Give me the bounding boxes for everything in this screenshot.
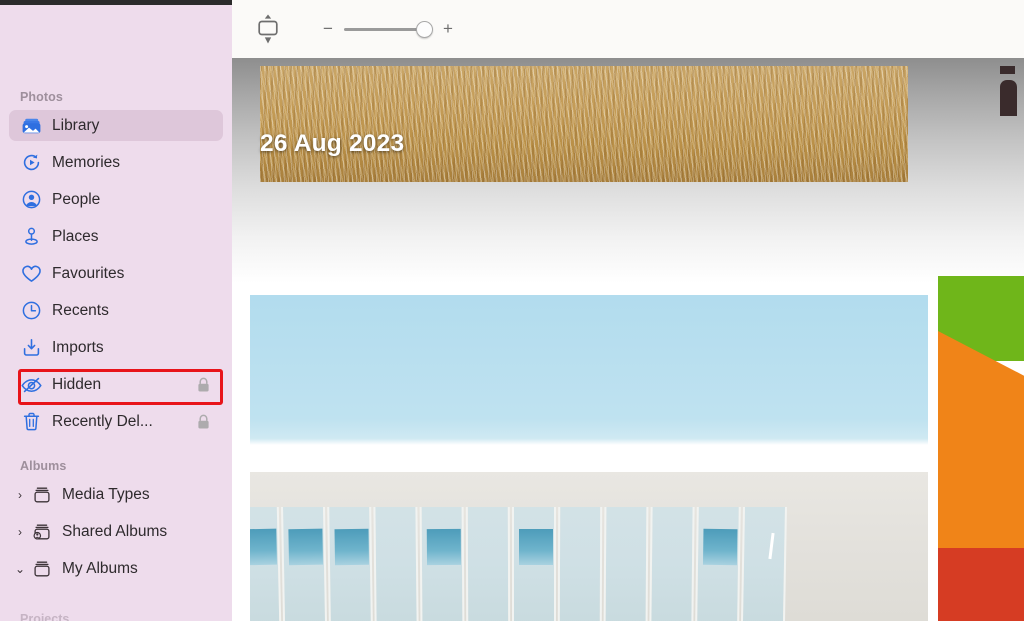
photo-thumbnail-brick-building[interactable]: [992, 66, 1024, 182]
sidebar-item-people[interactable]: People: [9, 184, 223, 215]
main-content: − + 26 Aug 2023: [232, 0, 1024, 621]
sidebar-item-label: Memories: [52, 153, 121, 171]
sidebar-item-favourites[interactable]: Favourites: [9, 258, 223, 289]
sidebar-item-media-types[interactable]: › Media Types: [9, 479, 223, 510]
people-icon: [20, 190, 42, 210]
clock-icon: [20, 301, 42, 321]
sidebar-section-header-projects: Projects: [20, 613, 70, 621]
sidebar-item-recently-deleted[interactable]: Recently Del...: [9, 406, 223, 437]
photo-thumbnail-colour-blocks[interactable]: [938, 276, 1024, 621]
zoom-slider-thumb[interactable]: [416, 21, 433, 38]
sidebar-item-label: Library: [52, 116, 100, 134]
sidebar-item-label: Places: [52, 227, 99, 245]
sidebar-albums-list: › Media Types › Shared Albums ⌄ My Album…: [0, 479, 232, 584]
album-icon: [31, 485, 53, 505]
photos-app-window: Photos Library Memories People Places Fa…: [0, 0, 1024, 621]
chevron-right-icon[interactable]: ›: [9, 525, 31, 539]
sidebar-item-label: Recents: [52, 301, 109, 319]
sidebar-item-label: Shared Albums: [62, 522, 168, 540]
aspect-stepper-icon: [258, 14, 278, 44]
chevron-down-icon[interactable]: ⌄: [9, 562, 31, 576]
colour-block-orange: [938, 331, 1024, 551]
zoom-slider[interactable]: [344, 20, 433, 38]
eye-slash-icon: [20, 375, 42, 395]
sidebar-item-library[interactable]: Library: [9, 110, 223, 141]
zoom-out-button[interactable]: −: [320, 20, 336, 37]
zoom-level-stepper-button[interactable]: [254, 12, 282, 46]
sidebar-item-my-albums[interactable]: ⌄ My Albums: [9, 553, 223, 584]
chevron-right-icon[interactable]: ›: [9, 488, 31, 502]
sidebar-item-hidden[interactable]: Hidden: [9, 369, 223, 400]
sidebar-section-header-photos: Photos: [20, 90, 63, 104]
heart-icon: [20, 264, 42, 284]
sidebar-item-label: Imports: [52, 338, 104, 356]
places-icon: [20, 227, 42, 247]
sidebar-item-label: Recently Del...: [52, 412, 153, 430]
sidebar-item-shared-albums[interactable]: › Shared Albums: [9, 516, 223, 547]
lock-icon: [197, 414, 210, 429]
import-icon: [20, 338, 42, 358]
sidebar-item-places[interactable]: Places: [9, 221, 223, 252]
sidebar-item-memories[interactable]: Memories: [9, 147, 223, 178]
sidebar-item-label: Hidden: [52, 375, 102, 393]
sidebar: Photos Library Memories People Places Fa…: [0, 5, 232, 621]
sidebar-item-imports[interactable]: Imports: [9, 332, 223, 363]
memories-icon: [20, 153, 42, 173]
sidebar-item-label: People: [52, 190, 101, 208]
shared-album-icon: [31, 522, 53, 542]
album-icon: [31, 559, 53, 579]
photo-date-label: 26 Aug 2023: [260, 130, 405, 157]
sidebar-photos-list: Library Memories People Places Favourite…: [0, 110, 232, 437]
lock-icon: [197, 377, 210, 392]
sidebar-item-label: Media Types: [62, 485, 150, 503]
sidebar-next-section-sliver: Projects: [0, 613, 232, 621]
trash-icon: [20, 412, 42, 432]
photo-grid: 26 Aug 2023: [232, 58, 1024, 621]
zoom-slider-group[interactable]: − +: [320, 20, 456, 38]
library-icon: [20, 116, 42, 136]
sidebar-item-label: Favourites: [52, 264, 125, 282]
colour-block-red: [938, 548, 1024, 621]
toolbar: − +: [232, 0, 1024, 58]
sidebar-item-recents[interactable]: Recents: [9, 295, 223, 326]
zoom-in-button[interactable]: +: [440, 20, 456, 37]
sidebar-item-label: My Albums: [62, 559, 138, 577]
sidebar-section-header-albums: Albums: [20, 459, 67, 473]
